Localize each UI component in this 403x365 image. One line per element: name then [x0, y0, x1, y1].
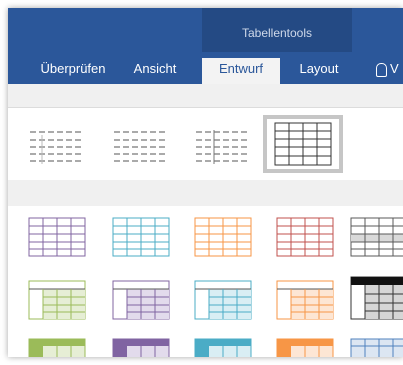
tab-ansicht[interactable]: Ansicht	[124, 58, 186, 84]
table-style-grid-purple[interactable]	[28, 217, 86, 257]
tell-me-label: V	[390, 61, 399, 76]
table-style-grid-blue-filled[interactable]	[194, 338, 252, 357]
table-style-grid-red[interactable]	[276, 217, 334, 257]
table-style-grid-orange[interactable]	[194, 217, 252, 257]
table-style-grid-green-filled[interactable]	[28, 338, 86, 357]
tab-layout[interactable]: Layout	[292, 58, 346, 84]
table-style-plain-3[interactable]	[194, 126, 252, 166]
table-style-grid-orange-filled[interactable]	[276, 338, 334, 357]
section-header-grid	[8, 180, 403, 206]
table-style-grid-blue[interactable]	[112, 217, 170, 257]
tell-me-button[interactable]: V	[376, 58, 399, 80]
tab-entwurf[interactable]: Entwurf	[202, 58, 280, 84]
table-style-plain-1[interactable]	[28, 126, 86, 166]
tab-ueberpruefen[interactable]: Überprüfen	[32, 58, 114, 84]
table-style-grid-dark[interactable]	[350, 276, 403, 320]
table-style-grid-blue-accent[interactable]	[194, 280, 252, 320]
context-header-label: Tabellentools	[241, 26, 313, 40]
table-style-grid-selected[interactable]	[263, 115, 343, 173]
table-style-grid-green[interactable]	[28, 280, 86, 320]
table-style-plain-2[interactable]	[112, 126, 170, 166]
window-frame: Tabellentools Überprüfen Ansicht Entwurf…	[8, 8, 403, 357]
table-style-grid-purple-accent[interactable]	[112, 280, 170, 320]
table-style-grid-gray[interactable]	[350, 217, 403, 257]
table-style-grid-purple-filled[interactable]	[112, 338, 170, 357]
lightbulb-icon	[376, 62, 387, 77]
table-style-grid-orange-accent[interactable]	[276, 280, 334, 320]
table-style-grid-lightblue-filled[interactable]	[350, 338, 403, 357]
